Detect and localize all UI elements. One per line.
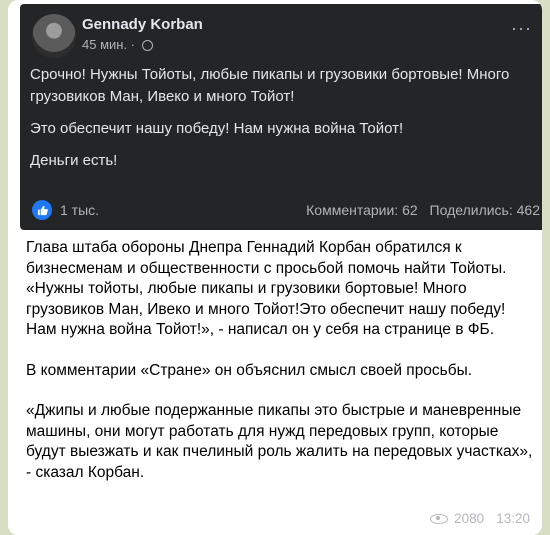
message-bubble: Gennady Korban 45 мин. · ··· Срочно! Нуж… <box>8 0 542 535</box>
globe-icon <box>141 40 153 51</box>
view-count: 2080 <box>454 511 485 526</box>
shares-count: Поделились: 462 <box>429 202 540 218</box>
post-stats: Комментарии: 62 Поделились: 462 <box>298 202 540 218</box>
facebook-post-screenshot[interactable]: Gennady Korban 45 мин. · ··· Срочно! Нуж… <box>20 4 542 230</box>
eye-icon <box>430 513 449 524</box>
post-paragraph: Это обеспечит нашу победу! Нам нужна вой… <box>30 120 404 137</box>
post-time: 45 мин. · <box>82 37 153 52</box>
comments-count: Комментарии: 62 <box>306 202 418 218</box>
message-paragraph: «Джипы и любые подержанные пикапы это бы… <box>26 402 533 481</box>
author-avatar <box>32 14 76 58</box>
like-icon <box>32 200 52 220</box>
more-options-icon: ··· <box>511 18 532 38</box>
like-count: 1 тыс. <box>60 202 100 218</box>
message-time: 13:20 <box>496 511 530 526</box>
post-paragraph: Срочно! Нужны Тойоты, любые пикапы и гру… <box>30 66 510 105</box>
post-text: Срочно! Нужны Тойоты, любые пикапы и гру… <box>30 64 538 182</box>
message-paragraph: Глава штаба обороны Днепра Геннадий Корб… <box>26 239 507 338</box>
post-time-text: 45 мин. · <box>82 37 136 52</box>
message-text: Глава штаба обороны Днепра Геннадий Корб… <box>26 238 538 503</box>
post-paragraph: Деньги есть! <box>30 152 118 169</box>
message-footer: 2080 13:20 <box>430 511 530 526</box>
message-paragraph: В комментарии «Стране» он объяснил смысл… <box>26 361 473 379</box>
author-name: Gennady Korban <box>82 16 203 33</box>
